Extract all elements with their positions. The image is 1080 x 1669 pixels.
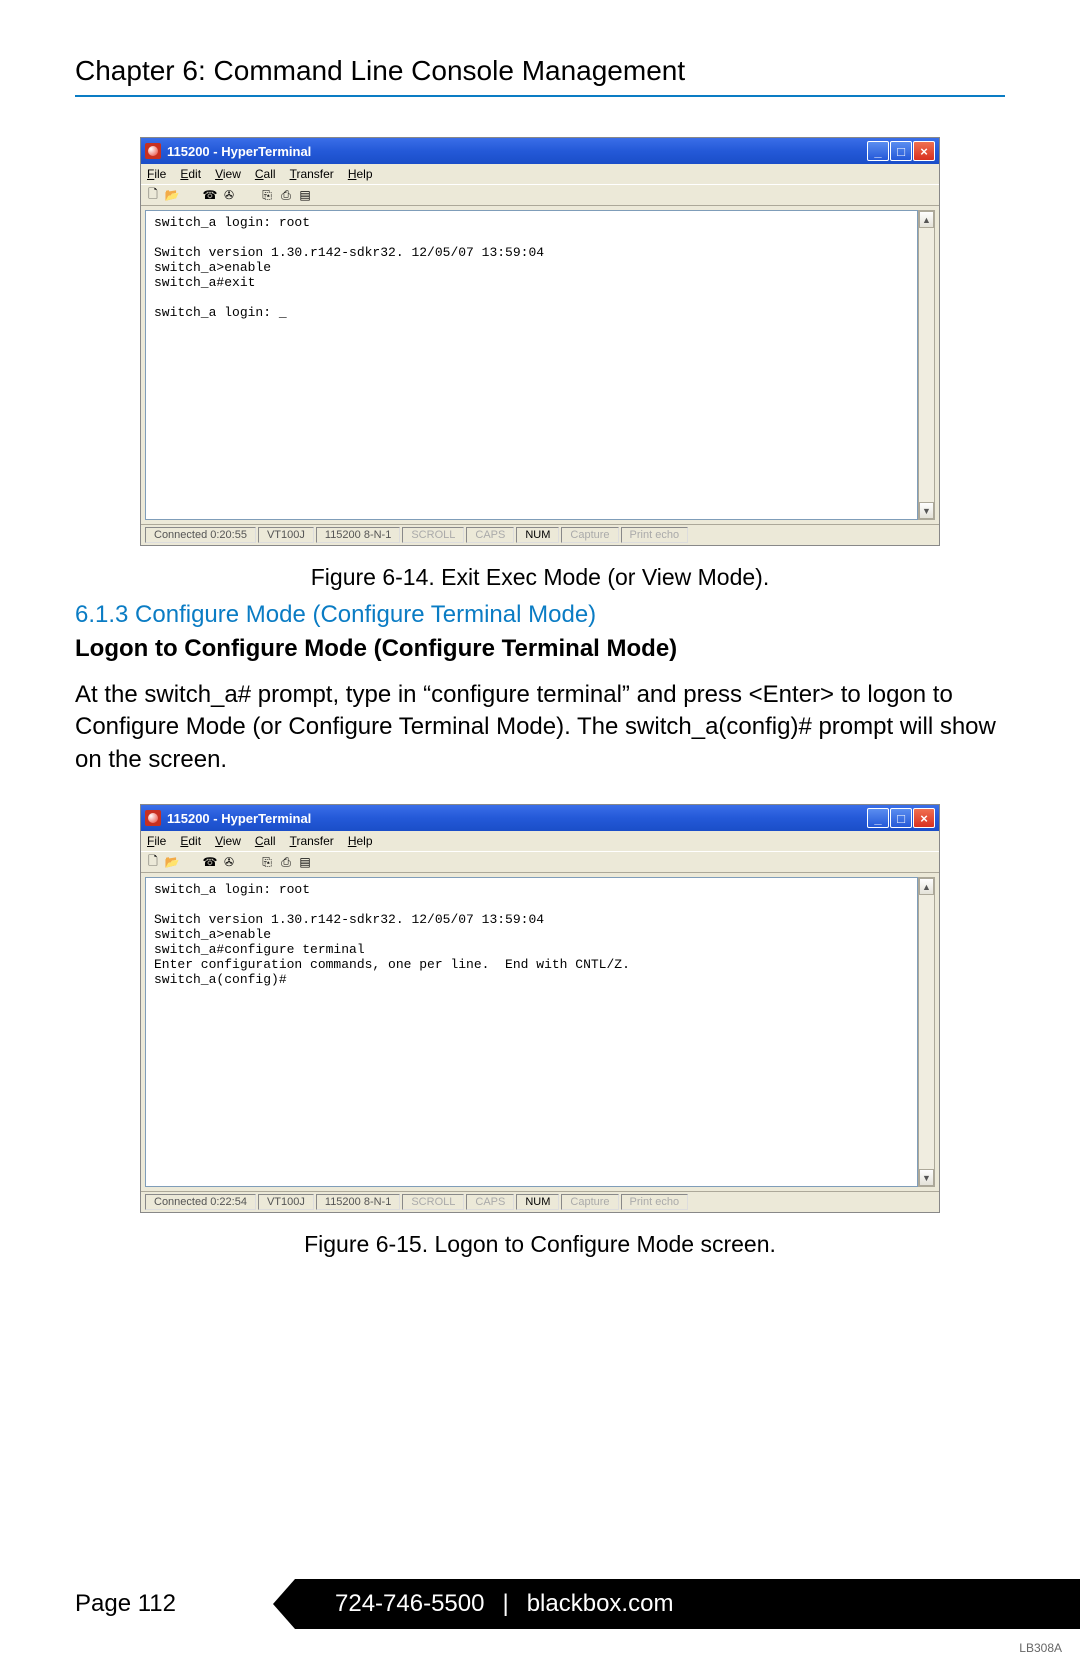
toolbar-disconnect-icon[interactable]: ✇ bbox=[221, 854, 237, 870]
status-conn: 115200 8-N-1 bbox=[316, 527, 400, 543]
maximize-button[interactable]: □ bbox=[890, 808, 912, 828]
status-num: NUM bbox=[516, 1194, 559, 1210]
menu-call[interactable]: Call bbox=[255, 167, 276, 181]
menu-help[interactable]: Help bbox=[348, 167, 373, 181]
status-capture: Capture bbox=[561, 527, 618, 543]
menu-call[interactable]: Call bbox=[255, 834, 276, 848]
menu-help[interactable]: Help bbox=[348, 834, 373, 848]
maximize-button[interactable]: □ bbox=[890, 141, 912, 161]
toolbar-sep bbox=[183, 854, 199, 870]
menu-view[interactable]: View bbox=[215, 167, 241, 181]
toolbar-sep bbox=[240, 187, 256, 203]
figure-caption-2: Figure 6-15. Logon to Configure Mode scr… bbox=[75, 1231, 1005, 1258]
page-number: Page 112 bbox=[75, 1590, 295, 1618]
status-bar: Connected 0:22:54 VT100J 115200 8-N-1 SC… bbox=[141, 1191, 939, 1212]
scrollbar[interactable]: ▲ ▼ bbox=[918, 877, 935, 1187]
window-title: 115200 - HyperTerminal bbox=[167, 811, 866, 826]
toolbar: 🗋 📂 ☎ ✇ ⎘ ⎙ ▤ bbox=[141, 184, 939, 206]
menu-bar: File Edit View Call Transfer Help bbox=[141, 831, 939, 851]
toolbar-props-icon[interactable]: ▤ bbox=[297, 854, 313, 870]
menu-edit[interactable]: Edit bbox=[180, 167, 201, 181]
titlebar: 115200 - HyperTerminal _ □ × bbox=[141, 805, 939, 831]
hyperterminal-window-1: 115200 - HyperTerminal _ □ × File Edit V… bbox=[140, 137, 940, 546]
scroll-down-icon[interactable]: ▼ bbox=[919, 1169, 934, 1186]
status-print: Print echo bbox=[621, 527, 689, 543]
chapter-heading: Chapter 6: Command Line Console Manageme… bbox=[75, 55, 1005, 97]
minimize-button[interactable]: _ bbox=[867, 141, 889, 161]
close-button[interactable]: × bbox=[913, 808, 935, 828]
toolbar-sep bbox=[240, 854, 256, 870]
status-connected: Connected 0:20:55 bbox=[145, 527, 256, 543]
app-icon bbox=[145, 143, 161, 159]
scroll-down-icon[interactable]: ▼ bbox=[919, 502, 934, 519]
hyperterminal-window-2: 115200 - HyperTerminal _ □ × File Edit V… bbox=[140, 804, 940, 1213]
scroll-up-icon[interactable]: ▲ bbox=[919, 211, 934, 228]
footer-bar: 724-746-5500 | blackbox.com bbox=[295, 1579, 1080, 1629]
scroll-up-icon[interactable]: ▲ bbox=[919, 878, 934, 895]
toolbar-connect-icon[interactable]: ☎ bbox=[202, 187, 218, 203]
figure-caption-1: Figure 6-14. Exit Exec Mode (or View Mod… bbox=[75, 564, 1005, 591]
menu-file[interactable]: File bbox=[147, 834, 166, 848]
page-footer: Page 112 724-746-5500 | blackbox.com bbox=[0, 1574, 1080, 1634]
toolbar-send-icon[interactable]: ⎘ bbox=[259, 187, 275, 203]
toolbar-disconnect-icon[interactable]: ✇ bbox=[221, 187, 237, 203]
status-capture: Capture bbox=[561, 1194, 618, 1210]
toolbar-new-icon[interactable]: 🗋 bbox=[145, 854, 161, 870]
body-paragraph: At the switch_a# prompt, type in “config… bbox=[75, 679, 1005, 776]
status-scroll: SCROLL bbox=[402, 527, 464, 543]
footer-site: blackbox.com bbox=[527, 1590, 674, 1618]
scroll-track[interactable] bbox=[919, 228, 934, 502]
titlebar: 115200 - HyperTerminal _ □ × bbox=[141, 138, 939, 164]
status-num: NUM bbox=[516, 527, 559, 543]
toolbar-send-icon[interactable]: ⎘ bbox=[259, 854, 275, 870]
toolbar: 🗋 📂 ☎ ✇ ⎘ ⎙ ▤ bbox=[141, 851, 939, 873]
status-conn: 115200 8-N-1 bbox=[316, 1194, 400, 1210]
status-bar: Connected 0:20:55 VT100J 115200 8-N-1 SC… bbox=[141, 524, 939, 545]
toolbar-new-icon[interactable]: 🗋 bbox=[145, 187, 161, 203]
toolbar-open-icon[interactable]: 📂 bbox=[164, 854, 180, 870]
status-caps: CAPS bbox=[466, 1194, 514, 1210]
toolbar-receive-icon[interactable]: ⎙ bbox=[278, 187, 294, 203]
menu-bar: File Edit View Call Transfer Help bbox=[141, 164, 939, 184]
menu-edit[interactable]: Edit bbox=[180, 834, 201, 848]
status-scroll: SCROLL bbox=[402, 1194, 464, 1210]
scrollbar[interactable]: ▲ ▼ bbox=[918, 210, 935, 520]
doc-code: LB308A bbox=[1019, 1641, 1062, 1655]
terminal-output[interactable]: switch_a login: root Switch version 1.30… bbox=[145, 210, 918, 520]
toolbar-receive-icon[interactable]: ⎙ bbox=[278, 854, 294, 870]
toolbar-open-icon[interactable]: 📂 bbox=[164, 187, 180, 203]
app-icon bbox=[145, 810, 161, 826]
footer-sep: | bbox=[502, 1590, 508, 1618]
close-button[interactable]: × bbox=[913, 141, 935, 161]
window-title: 115200 - HyperTerminal bbox=[167, 144, 866, 159]
status-print: Print echo bbox=[621, 1194, 689, 1210]
section-heading: 6.1.3 Configure Mode (Configure Terminal… bbox=[75, 601, 1005, 629]
status-term: VT100J bbox=[258, 1194, 314, 1210]
status-connected: Connected 0:22:54 bbox=[145, 1194, 256, 1210]
scroll-track[interactable] bbox=[919, 895, 934, 1169]
minimize-button[interactable]: _ bbox=[867, 808, 889, 828]
menu-file[interactable]: File bbox=[147, 167, 166, 181]
terminal-output[interactable]: switch_a login: root Switch version 1.30… bbox=[145, 877, 918, 1187]
toolbar-sep bbox=[183, 187, 199, 203]
sub-heading: Logon to Configure Mode (Configure Termi… bbox=[75, 635, 1005, 663]
menu-transfer[interactable]: Transfer bbox=[290, 834, 334, 848]
status-caps: CAPS bbox=[466, 527, 514, 543]
menu-transfer[interactable]: Transfer bbox=[290, 167, 334, 181]
toolbar-props-icon[interactable]: ▤ bbox=[297, 187, 313, 203]
status-term: VT100J bbox=[258, 527, 314, 543]
footer-phone: 724-746-5500 bbox=[335, 1590, 484, 1618]
menu-view[interactable]: View bbox=[215, 834, 241, 848]
toolbar-connect-icon[interactable]: ☎ bbox=[202, 854, 218, 870]
